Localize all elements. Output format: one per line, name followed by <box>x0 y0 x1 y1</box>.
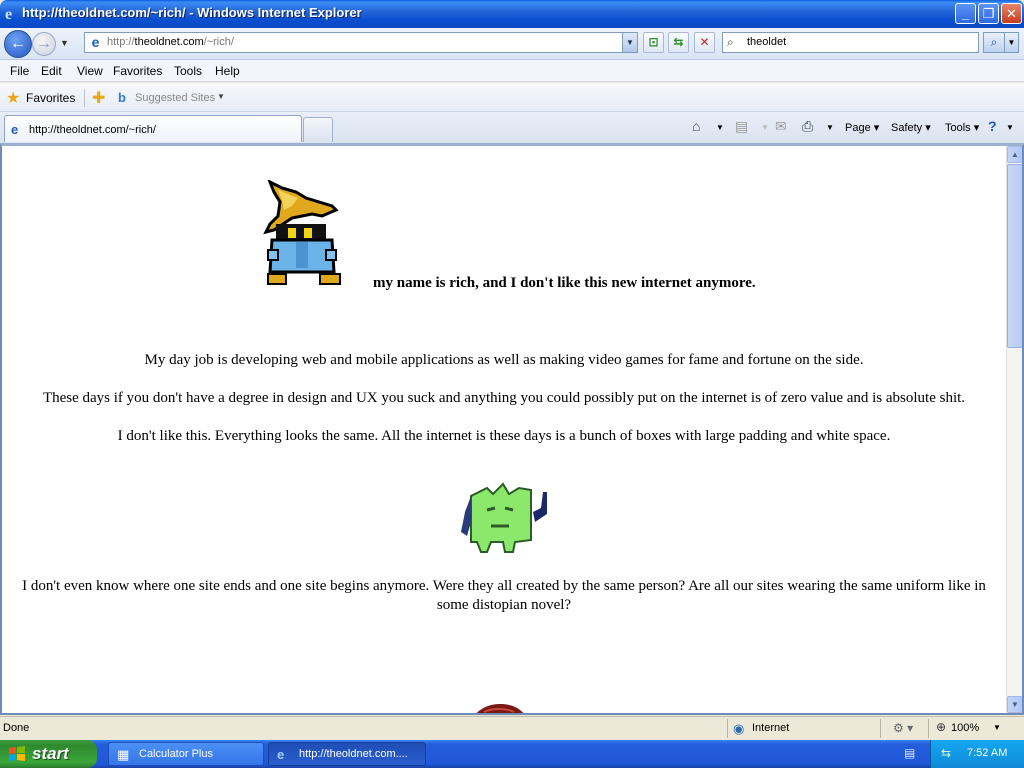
start-button[interactable]: start <box>0 740 97 768</box>
search-options-dropdown-icon[interactable]: ▼ <box>1005 32 1019 53</box>
scroll-down-button[interactable]: ▼ <box>1007 696 1023 713</box>
title-bar: e http://theoldnet.com/~rich/ - Windows … <box>0 0 1024 28</box>
menu-file[interactable]: File <box>10 64 29 78</box>
search-button[interactable]: ⌕ <box>983 32 1005 53</box>
print-icon[interactable]: ⎙ <box>802 118 813 135</box>
status-bar: Done ◉ Internet ⚙ ▾ ⊕ 100% ▼ <box>0 716 1024 740</box>
address-bar[interactable]: e http://theoldnet.com/~rich/ ▼ <box>84 32 638 53</box>
status-divider <box>928 719 929 738</box>
protected-mode-icon[interactable]: ⚙ ▾ <box>893 721 913 735</box>
add-to-favorites-icon[interactable]: ✚ <box>92 88 105 108</box>
system-tray: ⇆ 7:52 AM <box>930 740 1024 768</box>
zoom-icon: ⊕ <box>936 720 947 734</box>
address-dropdown-icon[interactable]: ▼ <box>622 33 637 52</box>
suggested-sites-button[interactable]: Suggested Sites <box>135 92 215 104</box>
search-box[interactable]: ⌕ theoldet <box>722 32 979 53</box>
print-dropdown-icon[interactable]: ▼ <box>826 123 834 132</box>
menu-bar: File Edit View Favorites Tools Help <box>0 60 1024 82</box>
window-title: http://theoldnet.com/~rich/ - Windows In… <box>22 5 362 20</box>
search-input[interactable]: theoldet <box>747 36 786 48</box>
safety-menu[interactable]: Safety ▾ <box>891 121 931 134</box>
taskbar-item-label: http://theoldnet.com.... <box>299 748 408 760</box>
taskbar-item-calculator[interactable]: ▦ Calculator Plus <box>108 742 264 766</box>
start-label: start <box>32 744 69 763</box>
sameness-paragraph: I don't like this. Everything looks the … <box>117 428 891 444</box>
zoom-dropdown-icon[interactable]: ▼ <box>993 723 1001 732</box>
tools-menu-label: Tools <box>945 122 971 134</box>
forward-button[interactable]: → <box>32 32 56 56</box>
home-dropdown-icon[interactable]: ▼ <box>716 123 724 132</box>
taskbar-item-browser[interactable]: e http://theoldnet.com.... <box>268 742 426 766</box>
search-icon: ⌕ <box>727 35 734 49</box>
address-url[interactable]: http://theoldnet.com/~rich/ <box>107 36 234 48</box>
windows-flag-icon <box>9 746 25 761</box>
refresh-icon[interactable]: ⇆ <box>668 32 689 53</box>
help-dropdown-icon[interactable]: ▼ <box>1006 123 1014 132</box>
page-content: my name is rich, and I don't like this n… <box>2 146 1006 714</box>
maximize-button[interactable]: ❐ <box>978 3 999 24</box>
menu-help[interactable]: Help <box>215 64 240 78</box>
feeds-icon[interactable]: ▤ <box>735 118 748 135</box>
ie-icon: e <box>277 747 285 762</box>
help-icon[interactable]: ? <box>988 118 997 134</box>
recent-pages-dropdown-icon[interactable]: ▼ <box>60 38 69 48</box>
suggested-sites-dropdown-icon[interactable]: ▼ <box>217 92 225 101</box>
keyboard-icon[interactable]: ▤ <box>904 746 915 760</box>
page-icon: e <box>91 34 100 50</box>
uniform-paragraph: I don't even know where one site ends an… <box>22 578 986 613</box>
close-button[interactable]: ✕ <box>1001 3 1022 24</box>
taskbar: start ▦ Calculator Plus e http://theoldn… <box>0 740 1024 768</box>
favorites-bar: ★ Favorites ✚ b Suggested Sites ▼ <box>0 83 1024 112</box>
home-icon[interactable]: ⌂ <box>692 118 700 134</box>
tab-page-icon: e <box>11 122 19 137</box>
security-zone[interactable]: Internet <box>752 722 789 734</box>
toolbar-divider <box>84 89 85 107</box>
network-icon[interactable]: ⇆ <box>941 746 951 760</box>
design-rant-paragraph: These days if you don't have a degree in… <box>42 390 966 406</box>
tab-active[interactable]: e http://theoldnet.com/~rich/ <box>4 115 302 142</box>
black-mage-sprite <box>263 180 341 285</box>
status-divider <box>727 719 728 738</box>
tools-menu[interactable]: Tools ▾ <box>945 121 979 134</box>
internet-zone-icon: ◉ <box>733 721 745 736</box>
tab-row: e http://theoldnet.com/~rich/ ⌂ ▼ ▤ ▼ ✉ … <box>0 112 1024 144</box>
tab-label: http://theoldnet.com/~rich/ <box>29 124 156 136</box>
safety-menu-label: Safety <box>891 122 923 134</box>
ie-icon: e <box>3 5 19 23</box>
menu-tools[interactable]: Tools <box>174 64 202 78</box>
page-menu[interactable]: Page ▾ <box>845 121 879 134</box>
suggested-sites-icon: b <box>118 90 126 105</box>
calculator-icon: ▦ <box>117 747 130 762</box>
new-tab-button[interactable] <box>303 117 333 142</box>
vertical-scrollbar[interactable]: ▲ ▼ <box>1006 146 1023 714</box>
stop-icon[interactable]: ✕ <box>694 32 715 53</box>
scroll-up-button[interactable]: ▲ <box>1007 146 1023 163</box>
svg-text:e: e <box>5 6 12 21</box>
red-sprite-partial <box>475 704 525 714</box>
favorites-button[interactable]: Favorites <box>26 91 75 105</box>
minimize-button[interactable]: _ <box>955 3 976 24</box>
read-mail-icon[interactable]: ✉ <box>775 118 787 135</box>
back-button[interactable]: ← <box>4 30 32 58</box>
compatibility-view-icon[interactable]: ⊡ <box>643 32 664 53</box>
page-menu-label: Page <box>845 122 871 134</box>
intro-paragraph: My day job is developing web and mobile … <box>144 352 864 368</box>
zoom-level[interactable]: 100% <box>951 722 979 734</box>
taskbar-item-label: Calculator Plus <box>139 748 213 760</box>
favorites-star-icon[interactable]: ★ <box>6 88 20 108</box>
clock[interactable]: 7:52 AM <box>967 747 1007 759</box>
status-divider <box>880 719 881 738</box>
menu-edit[interactable]: Edit <box>41 64 62 78</box>
feeds-dropdown-icon[interactable]: ▼ <box>761 123 769 132</box>
address-toolbar: ← → ▼ e http://theoldnet.com/~rich/ ▼ ⊡ … <box>0 28 1024 60</box>
status-text: Done <box>3 722 30 734</box>
green-blob-sprite <box>461 482 547 553</box>
menu-favorites[interactable]: Favorites <box>113 64 162 78</box>
scroll-thumb[interactable] <box>1007 164 1023 348</box>
menu-view[interactable]: View <box>77 64 103 78</box>
page-headline: my name is rich, and I don't like this n… <box>373 275 756 291</box>
